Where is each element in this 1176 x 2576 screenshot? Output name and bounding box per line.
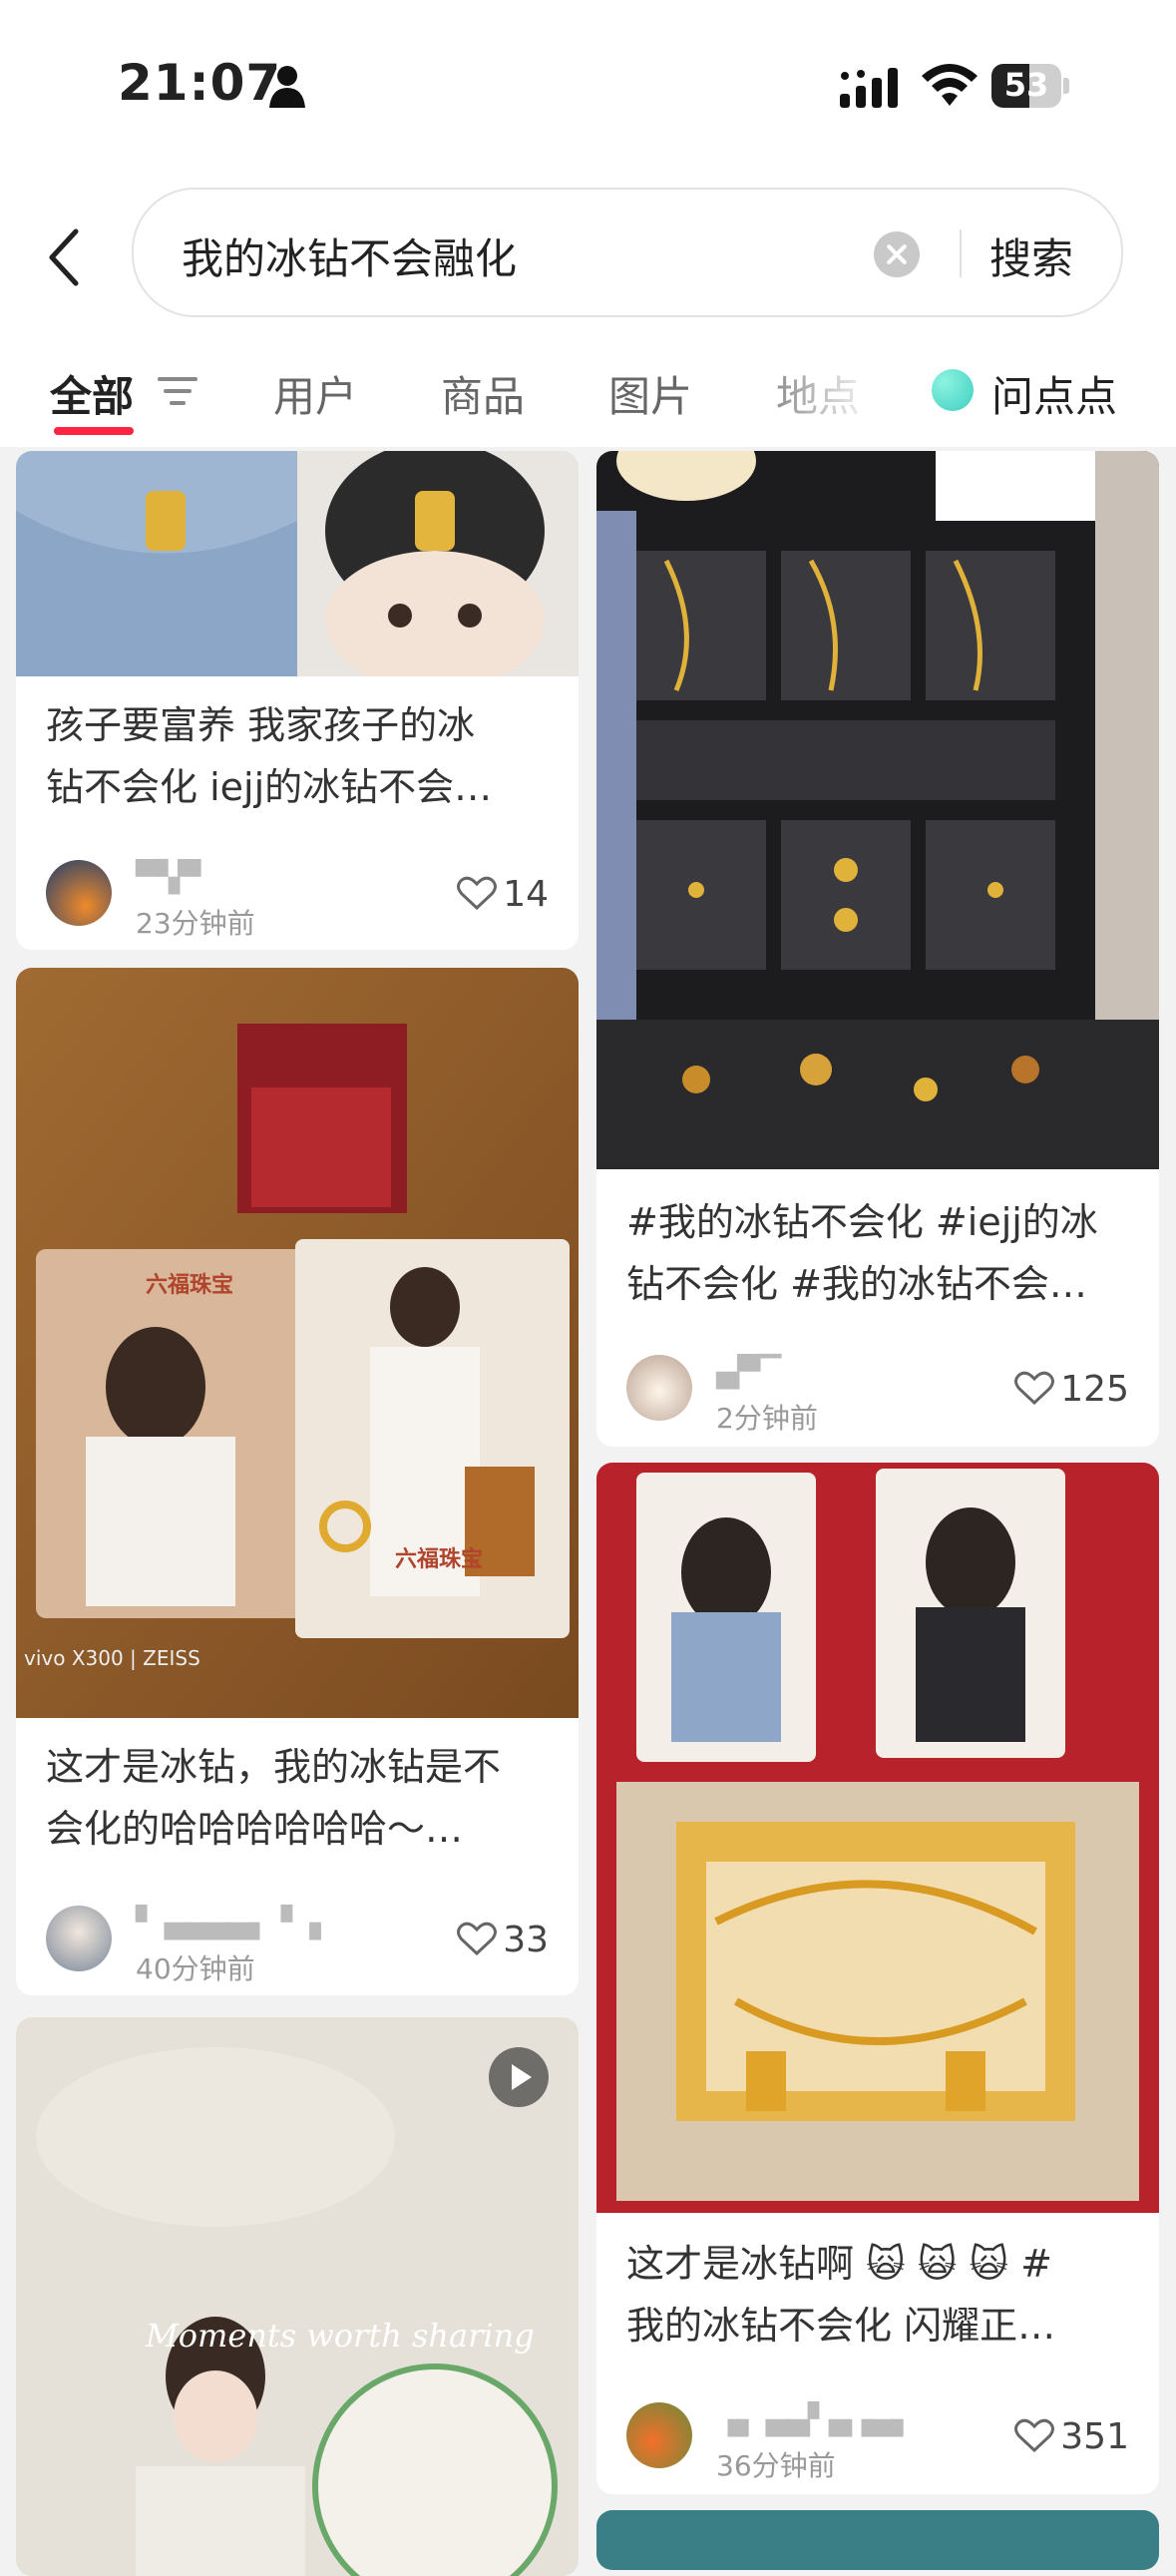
post-card[interactable] xyxy=(596,2510,1159,2570)
play-icon[interactable] xyxy=(489,2047,549,2107)
post-image[interactable] xyxy=(16,451,579,676)
tab-wendiandian[interactable]: 问点点 xyxy=(991,363,1117,424)
post-card[interactable]: #我的冰钻不会化 #iejj的冰 钻不会化 #我的冰钻不会… ▄▀▔ 2分钟前 … xyxy=(596,451,1159,1447)
person-icon xyxy=(269,66,305,108)
like-button[interactable]: 14 xyxy=(457,874,549,915)
post-card[interactable]: 孩子要富养 我家孩子的冰 钻不会化 iejj的冰钻不会… ▀▚▀ 23分钟前 1… xyxy=(16,451,579,950)
post-title-line2[interactable]: 我的冰钻不会化 闪耀正… xyxy=(626,2295,1055,2357)
username[interactable]: ▄▀▔ xyxy=(716,1355,781,1390)
post-title-line1[interactable]: 这才是冰钻，我的冰钻是不 xyxy=(46,1736,501,1798)
post-image[interactable] xyxy=(596,1463,1159,2213)
divider xyxy=(960,229,962,277)
heart-icon xyxy=(457,876,498,910)
like-button[interactable]: 33 xyxy=(457,1920,549,1960)
back-arrow-icon[interactable] xyxy=(44,227,84,287)
post-image[interactable] xyxy=(596,451,1159,1169)
post-image[interactable] xyxy=(16,2017,579,2576)
post-title-line1[interactable]: 这才是冰钻啊 🙀 🙀 🙀 # xyxy=(626,2233,1052,2295)
like-count: 125 xyxy=(1060,1369,1129,1410)
username[interactable]: ▘ ▄▄▄▄▖▝ ▗ xyxy=(136,1906,321,1940)
avatar[interactable] xyxy=(626,1355,692,1421)
tab-images[interactable]: 图片 xyxy=(608,363,692,424)
tab-fade xyxy=(738,329,938,447)
heart-icon xyxy=(1014,1371,1055,1405)
camera-watermark: vivo X300 | ZEISS xyxy=(24,1646,200,1670)
clear-icon[interactable] xyxy=(874,231,920,277)
like-count: 33 xyxy=(503,1920,549,1960)
signal-icon xyxy=(840,68,898,108)
like-count: 351 xyxy=(1060,2416,1129,2457)
tab-products[interactable]: 商品 xyxy=(441,363,525,424)
overlay-caption: Moments worth sharing xyxy=(146,2317,535,2355)
post-card[interactable]: 这才是冰钻啊 🙀 🙀 🙀 # 我的冰钻不会化 闪耀正… ▗▖ ▄▄▘▄▗▄▖ 3… xyxy=(596,1463,1159,2494)
battery-icon: 53 xyxy=(991,64,1071,108)
tab-bar: 全部 用户 商品 图片 地点 问点点 xyxy=(0,329,1176,447)
post-title-line2[interactable]: 钻不会化 iejj的冰钻不会… xyxy=(46,756,492,818)
heart-icon xyxy=(457,1922,498,1955)
filter-icon[interactable] xyxy=(158,375,197,407)
search-button[interactable]: 搜索 xyxy=(989,225,1073,286)
post-time: 23分钟前 xyxy=(136,907,255,940)
post-time: 40分钟前 xyxy=(136,1952,255,1985)
like-button[interactable]: 125 xyxy=(1014,1369,1129,1410)
clock: 21:07 xyxy=(118,54,282,112)
avatar[interactable] xyxy=(46,860,112,926)
tab-all[interactable]: 全部 xyxy=(50,363,134,424)
like-count: 14 xyxy=(503,874,549,915)
post-image[interactable] xyxy=(16,968,579,1718)
battery-level: 53 xyxy=(1003,66,1049,104)
wifi-icon xyxy=(922,64,978,106)
brand-label: 六福珠宝 xyxy=(395,1547,484,1572)
post-title-line2[interactable]: 会化的哈哈哈哈哈哈～… xyxy=(46,1798,463,1860)
avatar[interactable] xyxy=(46,1906,112,1971)
search-query[interactable]: 我的冰钻不会融化 xyxy=(182,225,517,286)
post-time: 2分钟前 xyxy=(716,1402,818,1435)
post-title-line1[interactable]: 孩子要富养 我家孩子的冰 xyxy=(46,694,475,756)
avatar[interactable] xyxy=(626,2402,692,2468)
post-title-line1[interactable]: #我的冰钻不会化 #iejj的冰 xyxy=(626,1191,1098,1253)
status-bar: 21:07 53 xyxy=(0,0,1176,170)
brand-label: 六福珠宝 xyxy=(146,1273,234,1298)
tab-users[interactable]: 用户 xyxy=(273,363,357,424)
heart-icon xyxy=(1014,2418,1055,2452)
username[interactable]: ▗▖ ▄▄▘▄▗▄▖ xyxy=(716,2402,915,2437)
search-header: 我的冰钻不会融化 搜索 xyxy=(0,170,1176,329)
wendiandian-icon[interactable] xyxy=(932,369,974,411)
username[interactable]: ▀▚▀ xyxy=(136,860,200,895)
search-input[interactable]: 我的冰钻不会融化 搜索 xyxy=(132,188,1123,317)
post-title-line2[interactable]: 钻不会化 #我的冰钻不会… xyxy=(626,1253,1087,1315)
like-button[interactable]: 351 xyxy=(1014,2416,1129,2457)
post-card[interactable]: Moments worth sharing xyxy=(16,2017,579,2576)
active-tab-indicator xyxy=(54,427,134,435)
post-time: 36分钟前 xyxy=(716,2449,836,2482)
post-card[interactable]: 六福珠宝 六福珠宝 vivo X300 | ZEISS 这才是冰钻，我的冰钻是不… xyxy=(16,968,579,1995)
